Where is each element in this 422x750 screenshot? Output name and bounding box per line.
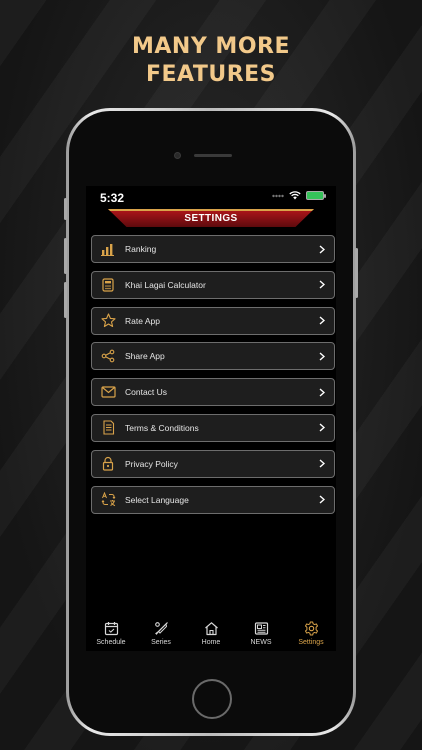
menu-item-label: Share App <box>125 351 165 362</box>
menu-item-contact-us[interactable]: Contact Us <box>91 378 335 407</box>
front-camera <box>174 152 181 159</box>
settings-header: SETTINGS <box>108 209 314 227</box>
promo-headline: MANY MORE FEATURES <box>0 33 422 89</box>
tab-label: Home <box>201 639 221 646</box>
tab-label: Series <box>151 639 171 646</box>
battery-icon <box>306 191 326 200</box>
tab-label: Settings <box>298 639 324 646</box>
star-icon <box>100 313 116 329</box>
document-icon <box>100 420 116 436</box>
menu-item-label: Ranking <box>125 244 157 254</box>
volume-up-button <box>64 238 67 274</box>
settings-menu: Ranking Khai Lagai Calculator Rate App S… <box>91 235 335 521</box>
chevron-right-icon <box>318 316 326 326</box>
chevron-right-icon <box>318 423 326 433</box>
promo-line-1: MANY MORE <box>132 34 290 59</box>
chevron-right-icon <box>318 387 326 397</box>
earpiece-speaker <box>194 154 232 157</box>
menu-item-privacy-policy[interactable]: Privacy Policy <box>91 449 335 478</box>
menu-item-ranking[interactable]: Ranking <box>91 235 335 263</box>
lock-icon <box>100 456 116 472</box>
status-icons <box>272 191 326 200</box>
mute-switch <box>64 198 67 220</box>
phone-frame: 5:32 SETTINGS Ranking Khai Lagai Calcula… <box>64 108 358 736</box>
chevron-right-icon <box>318 280 326 290</box>
chevron-right-icon <box>318 495 326 505</box>
mail-icon <box>100 384 116 400</box>
status-bar: 5:32 <box>86 188 336 208</box>
menu-item-rate-app[interactable]: Rate App <box>91 306 335 335</box>
home-icon <box>204 621 219 636</box>
menu-item-label: Privacy Policy <box>125 458 178 469</box>
translate-icon <box>100 492 116 508</box>
wifi-icon <box>289 191 301 200</box>
menu-item-khai-lagai-calculator[interactable]: Khai Lagai Calculator <box>91 270 335 299</box>
page-title: SETTINGS <box>184 212 238 224</box>
share-icon <box>100 348 116 364</box>
status-time: 5:32 <box>100 191 125 205</box>
tab-settings[interactable]: Settings <box>289 621 333 646</box>
tab-series[interactable]: Series <box>139 621 183 646</box>
power-button <box>355 248 358 298</box>
chevron-right-icon <box>318 459 326 469</box>
menu-item-label: Rate App <box>125 315 160 326</box>
menu-item-label: Terms & Conditions <box>125 422 199 433</box>
tab-label: NEWS <box>250 639 272 646</box>
menu-item-label: Khai Lagai Calculator <box>125 279 206 290</box>
phone-body: 5:32 SETTINGS Ranking Khai Lagai Calcula… <box>69 111 353 733</box>
app-screen: 5:32 SETTINGS Ranking Khai Lagai Calcula… <box>86 186 336 651</box>
bottom-tab-bar: Schedule Series Home NEWS Settings <box>86 621 336 651</box>
tab-home[interactable]: Home <box>189 621 233 646</box>
gear-icon <box>304 621 319 636</box>
calendar-icon <box>104 621 119 636</box>
menu-item-label: Contact Us <box>125 387 168 398</box>
bar-chart-icon <box>100 241 116 257</box>
home-button[interactable] <box>192 679 232 719</box>
chevron-right-icon <box>318 244 326 254</box>
newspaper-icon <box>254 621 269 636</box>
chevron-right-icon <box>318 351 326 361</box>
tab-schedule[interactable]: Schedule <box>89 621 133 646</box>
signal-icon <box>272 194 284 198</box>
menu-item-select-language[interactable]: Select Language <box>91 485 335 514</box>
promo-line-2: FEATURES <box>145 62 277 87</box>
menu-item-terms-conditions[interactable]: Terms & Conditions <box>91 413 335 442</box>
menu-item-label: Select Language <box>125 494 189 505</box>
cricket-bat-icon <box>154 621 169 636</box>
menu-item-share-app[interactable]: Share App <box>91 342 335 371</box>
calculator-icon <box>100 277 116 293</box>
tab-news[interactable]: NEWS <box>239 621 283 646</box>
volume-down-button <box>64 282 67 318</box>
tab-label: Schedule <box>96 639 126 646</box>
